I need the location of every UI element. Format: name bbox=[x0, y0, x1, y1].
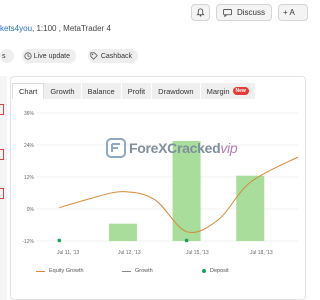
legend-dot-swatch bbox=[202, 269, 206, 273]
legend-label: Deposit bbox=[210, 268, 229, 274]
x-tick-label: Jul 15, '13 bbox=[186, 250, 209, 256]
legend-growth[interactable]: Growth bbox=[122, 268, 153, 274]
growth-bar bbox=[108, 223, 137, 241]
legend-label: Equity Growth bbox=[49, 268, 84, 274]
watermark-text: ForeXCracked bbox=[129, 140, 221, 156]
legend-line-swatch bbox=[36, 270, 45, 272]
x-tick-label: Jul 18, '13 bbox=[250, 250, 273, 256]
deposit-point bbox=[57, 238, 62, 243]
watermark: ForeXCrackedvip bbox=[106, 138, 238, 158]
deposit-point bbox=[184, 238, 189, 243]
watermark-logo-icon bbox=[106, 138, 126, 158]
growth-bar bbox=[236, 175, 265, 241]
x-tick-label: Jul 12, '13 bbox=[118, 250, 141, 256]
watermark-suffix: vip bbox=[220, 140, 238, 156]
legend-line-swatch bbox=[122, 270, 131, 272]
legend-label: Growth bbox=[135, 268, 153, 274]
legend-equity-growth[interactable]: Equity Growth bbox=[36, 268, 84, 274]
x-tick-label: Jul 11, '13 bbox=[57, 250, 80, 256]
legend-deposit[interactable]: Deposit bbox=[202, 268, 229, 274]
